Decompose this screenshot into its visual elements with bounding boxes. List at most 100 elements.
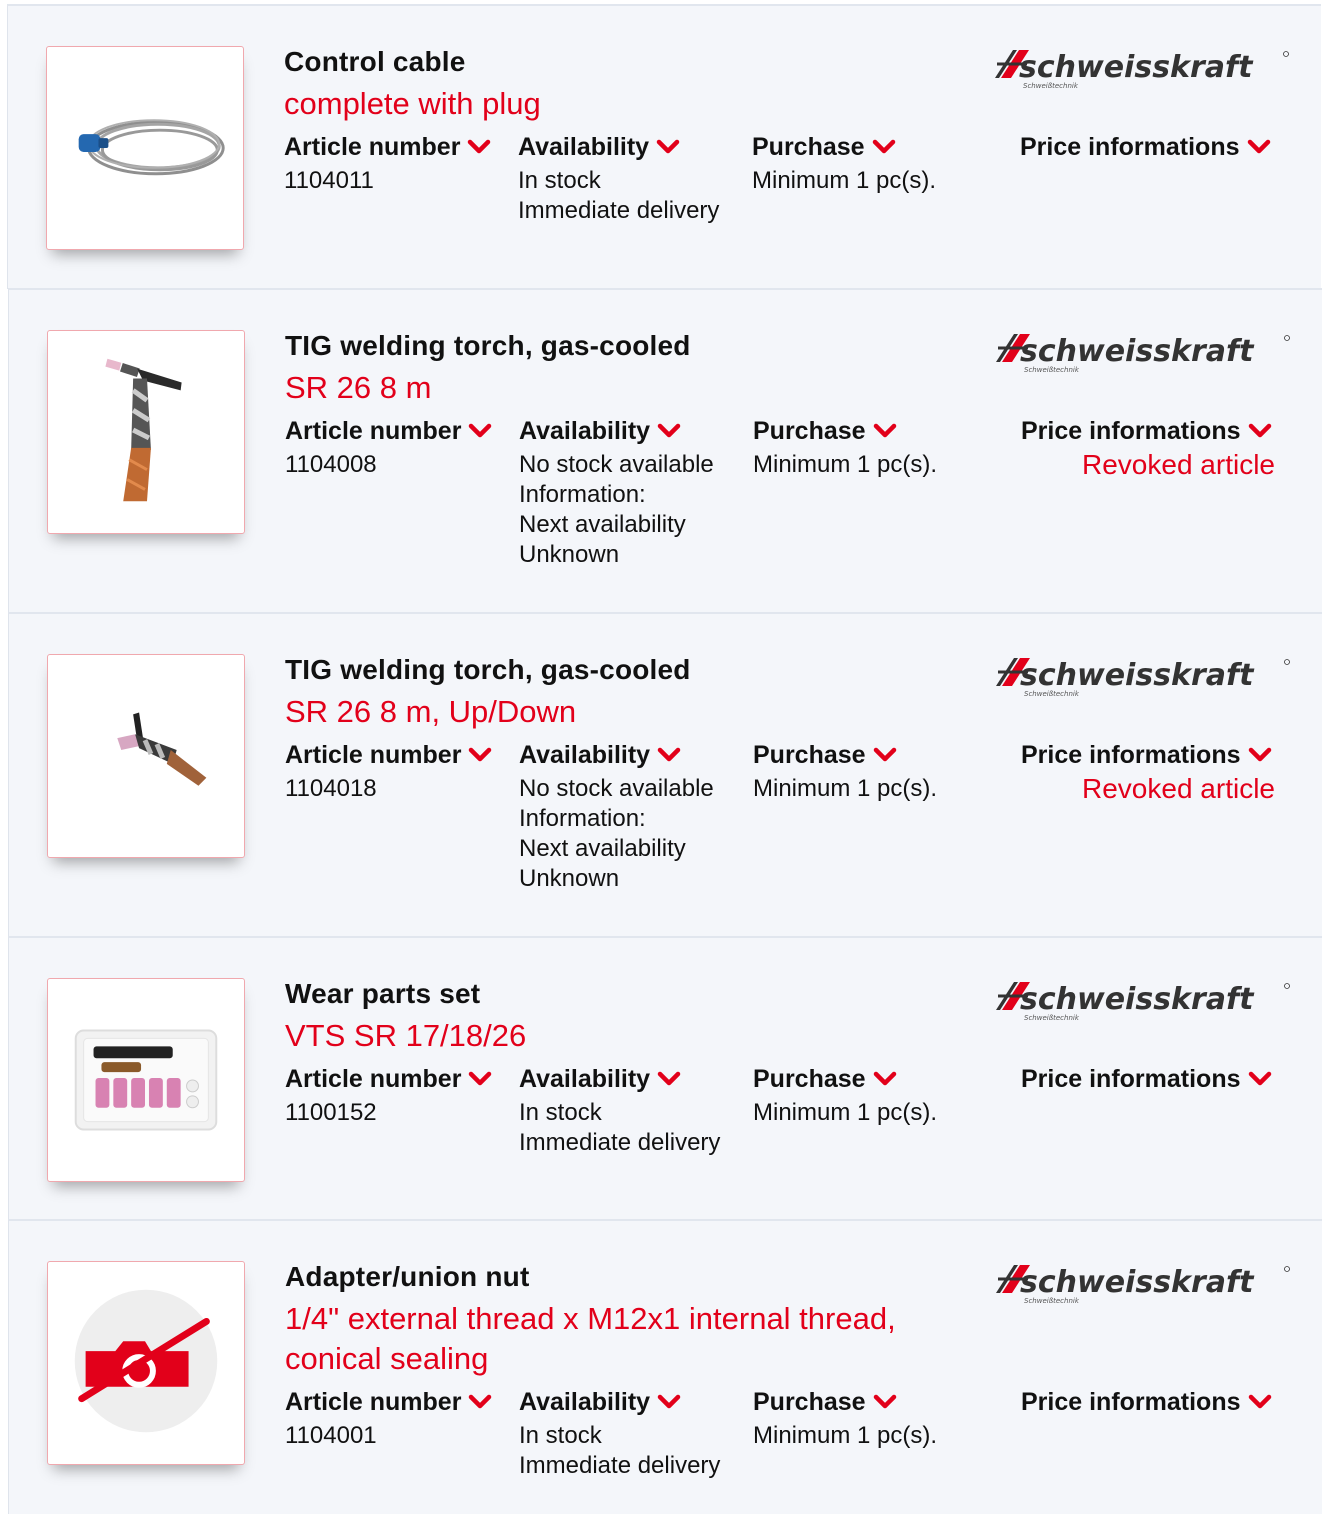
availability-toggle[interactable]: Availability bbox=[519, 1064, 720, 1094]
price-informations-toggle[interactable]: Price informations bbox=[1021, 1064, 1275, 1094]
chevron-down-icon[interactable] bbox=[657, 1394, 681, 1410]
purchase-value: Minimum 1 pc(s). bbox=[753, 775, 938, 802]
product-row[interactable]: Wear parts set VTS SR 17/18/26 Article n… bbox=[8, 936, 1322, 1221]
article-number-column: Article number 1104018 bbox=[285, 740, 492, 804]
product-row[interactable]: TIG welding torch, gas-cooled SR 26 8 m,… bbox=[8, 612, 1322, 937]
brand-logo-tagline: Schweißtechnik bbox=[1023, 82, 1079, 90]
price-informations-toggle[interactable]: Price informations bbox=[1021, 416, 1275, 446]
product-title[interactable]: Adapter/union nut bbox=[285, 1261, 529, 1293]
article-number-label: Article number bbox=[285, 417, 462, 445]
price-column: Price informations Revoked article bbox=[1021, 416, 1275, 482]
availability-line: In stock bbox=[518, 167, 601, 194]
product-subtitle[interactable]: SR 26 8 m bbox=[285, 368, 965, 408]
availability-toggle[interactable]: Availability bbox=[519, 740, 714, 770]
product-subtitle[interactable]: SR 26 8 m, Up/Down bbox=[285, 692, 965, 732]
article-number-toggle[interactable]: Article number bbox=[285, 740, 492, 770]
availability-line: No stock available bbox=[519, 451, 714, 478]
product-row[interactable]: TIG welding torch, gas-cooled SR 26 8 m … bbox=[8, 288, 1322, 613]
purchase-toggle[interactable]: Purchase bbox=[753, 1064, 937, 1094]
chevron-down-icon[interactable] bbox=[873, 747, 897, 763]
availability-line: In stock bbox=[519, 1099, 602, 1126]
availability-label: Availability bbox=[519, 1388, 651, 1416]
purchase-toggle[interactable]: Purchase bbox=[752, 132, 936, 162]
chevron-down-icon[interactable] bbox=[657, 1071, 681, 1087]
purchase-column: Purchase Minimum 1 pc(s). bbox=[752, 132, 936, 196]
article-number-value: 1104018 bbox=[285, 775, 377, 802]
chevron-down-icon[interactable] bbox=[1248, 1071, 1272, 1087]
price-informations-toggle[interactable]: Price informations bbox=[1021, 1387, 1275, 1417]
article-number-toggle[interactable]: Article number bbox=[285, 416, 492, 446]
chevron-down-icon[interactable] bbox=[873, 1071, 897, 1087]
product-title[interactable]: TIG welding torch, gas-cooled bbox=[285, 330, 691, 362]
product-image-tig-torch-updown-image[interactable] bbox=[47, 654, 245, 858]
chevron-down-icon[interactable] bbox=[657, 747, 681, 763]
product-row[interactable]: Adapter/union nut 1/4" external thread x… bbox=[8, 1219, 1322, 1514]
article-number-toggle[interactable]: Article number bbox=[285, 1064, 492, 1094]
purchase-toggle[interactable]: Purchase bbox=[753, 1387, 937, 1417]
chevron-down-icon[interactable] bbox=[1248, 747, 1272, 763]
availability-line: Next availability bbox=[519, 835, 686, 862]
purchase-column: Purchase Minimum 1 pc(s). bbox=[753, 1387, 937, 1451]
article-number-toggle[interactable]: Article number bbox=[285, 1387, 492, 1417]
article-number-value: 1100152 bbox=[285, 1099, 377, 1126]
purchase-toggle[interactable]: Purchase bbox=[753, 740, 937, 770]
article-number-label: Article number bbox=[284, 133, 461, 161]
product-row[interactable]: Control cable complete with plug Article… bbox=[7, 4, 1321, 289]
article-number-value: 1104011 bbox=[284, 167, 374, 194]
chevron-down-icon[interactable] bbox=[468, 747, 492, 763]
product-subtitle[interactable]: complete with plug bbox=[284, 84, 964, 124]
price-column: Price informations bbox=[1020, 132, 1274, 162]
availability-label: Availability bbox=[518, 133, 650, 161]
availability-toggle[interactable]: Availability bbox=[518, 132, 719, 162]
price-informations-toggle[interactable]: Price informations bbox=[1021, 740, 1275, 770]
purchase-column: Purchase Minimum 1 pc(s). bbox=[753, 1064, 937, 1128]
product-image-control-cable-image[interactable] bbox=[46, 46, 244, 250]
brand-logo-text: schweisskraft bbox=[1020, 334, 1255, 369]
product-title[interactable]: Control cable bbox=[284, 46, 466, 78]
product-title[interactable]: TIG welding torch, gas-cooled bbox=[285, 654, 691, 686]
article-number-label: Article number bbox=[285, 1065, 462, 1093]
chevron-down-icon[interactable] bbox=[1248, 423, 1272, 439]
availability-toggle[interactable]: Availability bbox=[519, 416, 714, 446]
product-image-no-image-placeholder[interactable] bbox=[47, 1261, 245, 1465]
brand-logo: schweisskraft Schweißtechnik bbox=[994, 978, 1294, 1022]
chevron-down-icon[interactable] bbox=[467, 139, 491, 155]
availability-line: Unknown bbox=[519, 541, 620, 568]
article-number-toggle[interactable]: Article number bbox=[284, 132, 491, 162]
availability-line: Immediate delivery bbox=[519, 1452, 721, 1479]
purchase-value: Minimum 1 pc(s). bbox=[753, 1422, 938, 1449]
price-informations-toggle[interactable]: Price informations bbox=[1020, 132, 1274, 162]
chevron-down-icon[interactable] bbox=[873, 423, 897, 439]
chevron-down-icon[interactable] bbox=[468, 423, 492, 439]
article-number-column: Article number 1104001 bbox=[285, 1387, 492, 1451]
chevron-down-icon[interactable] bbox=[468, 1071, 492, 1087]
purchase-value: Minimum 1 pc(s). bbox=[752, 167, 937, 194]
product-image-wear-parts-set-image[interactable] bbox=[47, 978, 245, 1182]
chevron-down-icon[interactable] bbox=[657, 423, 681, 439]
product-image-tig-torch-image[interactable] bbox=[47, 330, 245, 534]
product-subtitle[interactable]: 1/4" external thread x M12x1 internal th… bbox=[285, 1299, 965, 1379]
article-number-value: 1104008 bbox=[285, 451, 377, 478]
brand-logo: schweisskraft Schweißtechnik bbox=[994, 1261, 1294, 1305]
brand-logo-text: schweisskraft bbox=[1020, 658, 1255, 693]
revoked-article-label: Revoked article bbox=[1082, 449, 1275, 480]
brand-logo: schweisskraft Schweißtechnik bbox=[994, 330, 1294, 374]
availability-line: Immediate delivery bbox=[519, 1129, 721, 1156]
price-informations-label: Price informations bbox=[1021, 1388, 1241, 1416]
brand-logo-tagline: Schweißtechnik bbox=[1024, 1297, 1080, 1305]
chevron-down-icon[interactable] bbox=[1247, 139, 1271, 155]
product-subtitle[interactable]: VTS SR 17/18/26 bbox=[285, 1016, 965, 1056]
purchase-value: Minimum 1 pc(s). bbox=[753, 1099, 938, 1126]
chevron-down-icon[interactable] bbox=[872, 139, 896, 155]
product-title[interactable]: Wear parts set bbox=[285, 978, 480, 1010]
chevron-down-icon[interactable] bbox=[656, 139, 680, 155]
chevron-down-icon[interactable] bbox=[468, 1394, 492, 1410]
brand-logo-tagline: Schweißtechnik bbox=[1024, 690, 1080, 698]
availability-line: Unknown bbox=[519, 865, 620, 892]
availability-line: Immediate delivery bbox=[518, 197, 720, 224]
chevron-down-icon[interactable] bbox=[1248, 1394, 1272, 1410]
chevron-down-icon[interactable] bbox=[873, 1394, 897, 1410]
purchase-toggle[interactable]: Purchase bbox=[753, 416, 937, 446]
revoked-article-label: Revoked article bbox=[1082, 773, 1275, 804]
availability-toggle[interactable]: Availability bbox=[519, 1387, 720, 1417]
